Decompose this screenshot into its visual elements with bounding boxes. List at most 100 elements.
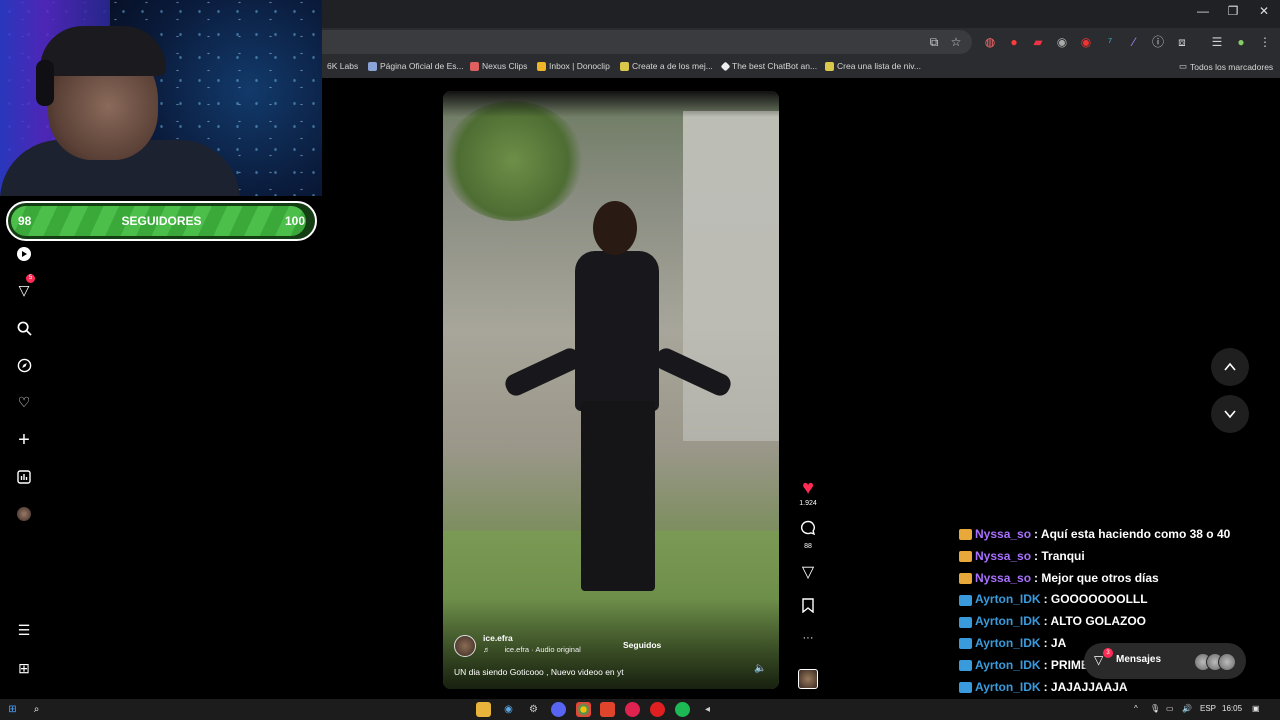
heart-icon[interactable]: ♡ <box>14 392 34 412</box>
bookmark-label: Página Oficial de Es... <box>380 61 464 71</box>
bookmark-label: The best ChatBot an... <box>732 61 818 71</box>
spotify-icon[interactable] <box>675 702 690 717</box>
comment-icon[interactable] <box>797 520 819 541</box>
like-count: 1.924 <box>799 500 817 507</box>
app-icon[interactable]: ◂ <box>700 702 715 717</box>
messages-label: Mensajes <box>1116 654 1162 665</box>
previous-video-button[interactable] <box>1211 348 1249 386</box>
extension-6-icon[interactable]: ⁷ <box>1102 34 1118 50</box>
network-icon[interactable]: ▭ <box>1166 704 1174 713</box>
search-icon[interactable] <box>14 318 34 338</box>
sound-avatar[interactable] <box>798 669 818 689</box>
bookmarks-bar: 6K Labs Página Oficial de Es... Nexus Cl… <box>322 56 1280 78</box>
webcam-overlay <box>0 0 322 196</box>
chat-message: Ayrton_IDK: GOOOOOOOLLL <box>957 589 1277 611</box>
chat-username: Nyssa_so <box>975 570 1032 585</box>
comment-count: 88 <box>804 543 812 550</box>
apps-grid-icon[interactable]: ⊞ <box>14 658 34 678</box>
chat-username: Nyssa_so <box>975 527 1032 541</box>
info-icon[interactable]: ⓘ <box>1150 34 1166 50</box>
extension-1-icon[interactable]: ◍ <box>982 34 998 50</box>
streamer-cap <box>40 26 166 76</box>
like-heart-icon[interactable]: ♥ <box>797 477 819 500</box>
chat-message: Nyssa_so: Tranqui <box>957 546 1277 568</box>
windows-taskbar: ⊞ ⌕ ◉ ⚙ ◂ ^ 🎙 ▭ 🔊 ESP 16:05 ▣ <box>0 699 1280 720</box>
chat-username: Nyssa_so <box>975 548 1032 563</box>
tiktok-logo-icon[interactable] <box>14 244 34 264</box>
bookmark-create[interactable]: Create a de los mej... <box>620 61 713 71</box>
bookmark-donoclip[interactable]: Inbox | Donoclip <box>537 61 610 71</box>
bookmark-favicon <box>620 61 629 71</box>
profile-avatar-icon[interactable]: ● <box>1233 34 1249 50</box>
more-options-icon[interactable]: ··· <box>797 632 819 644</box>
bookmark-nexus-clips[interactable]: Nexus Clips <box>470 61 527 71</box>
chat-badge-icon <box>959 638 972 650</box>
speaker-icon[interactable]: 🔊 <box>1182 704 1192 713</box>
bookmark-pagina-oficial[interactable]: Página Oficial de Es... <box>368 61 464 71</box>
close-window-button[interactable]: ✕ <box>1249 4 1279 18</box>
install-app-icon[interactable]: ⧉ <box>926 34 942 50</box>
chat-message: Nyssa_so: Mejor que otros días <box>957 568 1277 590</box>
messages-popup[interactable]: ▽ 3 Mensajes <box>1084 643 1246 679</box>
video-player[interactable]: ice.efra ♬ ice.efra · Audio original Segu… <box>443 91 779 689</box>
microphone-icon[interactable]: 🎙 <box>1150 704 1160 713</box>
bookmark-chatbot[interactable]: The best ChatBot an... <box>720 61 818 71</box>
chat-badge-icon <box>959 660 972 672</box>
following-status[interactable]: Seguidos <box>623 640 661 650</box>
all-bookmarks-folder[interactable]: ▭ Todos los marcadores <box>1179 61 1273 72</box>
chat-text: : ALTO GOLAZOO <box>1043 614 1146 629</box>
youtube-music-icon[interactable] <box>650 702 665 717</box>
extension-4-icon[interactable]: ◉ <box>1054 34 1070 50</box>
tray-chevron-icon[interactable]: ^ <box>1134 704 1138 713</box>
volume-icon[interactable]: 🔈 <box>754 663 766 674</box>
bookmark-6k-labs[interactable]: 6K Labs <box>327 61 358 71</box>
analytics-icon[interactable] <box>14 467 34 487</box>
language-indicator[interactable]: ESP <box>1200 704 1216 713</box>
chat-username: Ayrton_IDK <box>975 679 1041 694</box>
windows-start-icon[interactable]: ⊞ <box>5 702 20 717</box>
folder-icon: ▭ <box>1179 61 1188 71</box>
video-top-gradient <box>443 91 779 117</box>
clock[interactable]: 16:05 <box>1222 704 1242 713</box>
maximize-button[interactable]: ❐ <box>1218 4 1248 18</box>
media-app-icon[interactable] <box>625 702 640 717</box>
browser-titlebar <box>322 0 1280 28</box>
chat-username: Ayrton_IDK <box>975 635 1041 650</box>
next-video-button[interactable] <box>1211 395 1249 433</box>
extensions-puzzle-icon[interactable]: ⧈ <box>1174 34 1190 50</box>
author-name[interactable]: ice.efra <box>483 633 513 643</box>
bookmark-icon[interactable] <box>797 597 819 618</box>
hamburger-menu-icon[interactable]: ☰ <box>14 620 34 640</box>
explore-compass-icon[interactable] <box>14 355 34 375</box>
upload-plus-icon[interactable]: + <box>14 429 34 451</box>
brave-icon[interactable] <box>600 702 615 717</box>
bookmark-star-icon[interactable]: ☆ <box>948 34 964 50</box>
file-explorer-icon[interactable] <box>476 702 491 717</box>
author-avatar[interactable] <box>454 635 476 657</box>
chat-text: : Mejor que otros días <box>1034 570 1159 585</box>
extension-2-icon[interactable]: ● <box>1006 34 1022 50</box>
address-bar[interactable] <box>322 30 972 54</box>
notifications-icon[interactable]: ▣ <box>1252 704 1260 713</box>
browser-menu-icon[interactable]: ⋮ <box>1257 34 1273 50</box>
share-icon[interactable]: ▽ <box>797 562 819 582</box>
inbox-icon[interactable]: ▽ 5 <box>14 274 35 300</box>
extension-7-icon[interactable]: ⁄ <box>1126 34 1142 50</box>
chat-badge-icon <box>959 681 972 693</box>
extension-5-icon[interactable]: ◉ <box>1078 34 1094 50</box>
bookmark-crea-lista[interactable]: Crea una lista de niv... <box>825 61 921 71</box>
audio-row[interactable]: ♬ ice.efra · Audio original <box>483 645 581 654</box>
bookmark-favicon <box>368 61 377 71</box>
settings-icon[interactable]: ⚙ <box>526 702 541 717</box>
bookmark-label: Crea una lista de niv... <box>837 61 921 71</box>
chat-badge-icon <box>959 572 972 584</box>
taskbar-search-icon[interactable]: ⌕ <box>29 702 44 717</box>
chrome-icon[interactable] <box>576 702 591 717</box>
bookmark-label: Nexus Clips <box>482 61 528 71</box>
profile-avatar[interactable] <box>14 504 34 524</box>
extension-3-icon[interactable]: ▰ <box>1030 34 1046 50</box>
steam-icon[interactable]: ◉ <box>501 702 516 717</box>
discord-icon[interactable] <box>551 702 566 717</box>
media-controls-icon[interactable]: ☰ <box>1209 34 1225 50</box>
minimize-button[interactable]: — <box>1188 4 1218 18</box>
